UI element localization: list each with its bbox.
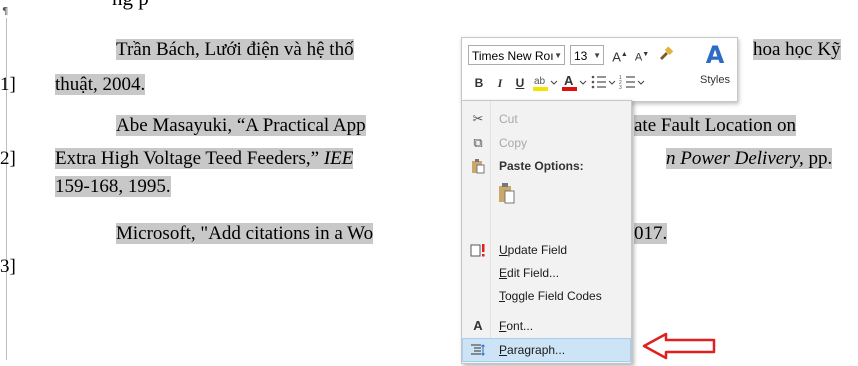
scissors-icon: ✂	[472, 111, 484, 126]
svg-text:A: A	[564, 73, 574, 88]
highlight-color-icon[interactable]: ab	[532, 72, 558, 97]
menu-item-update-field[interactable]: Update Field	[463, 239, 630, 261]
ref3-line1[interactable]: Microsoft, "Add citations in a Wo	[116, 221, 374, 247]
red-arrow-annotation	[642, 332, 716, 360]
ref1-line1-end[interactable]: hoa học Kỹ	[753, 37, 841, 63]
paragraph-mark: ¶	[2, 6, 9, 17]
clipboard-icon	[469, 158, 487, 174]
styles-button[interactable]: A Styles	[699, 40, 731, 96]
font-icon: A	[473, 318, 483, 333]
chevron-down-icon[interactable]: ▼	[554, 46, 562, 64]
format-painter-icon[interactable]	[656, 45, 676, 68]
update-field-icon	[469, 242, 487, 258]
bold-button[interactable]: B	[472, 74, 486, 92]
numbering-icon[interactable]: 123	[619, 72, 645, 97]
ref1-text-c: thuật, 2004.	[55, 74, 146, 95]
font-size-box[interactable]: 13 ▼	[570, 45, 604, 65]
heading-fragment: ng p	[112, 0, 149, 10]
chevron-down-icon[interactable]: ▼	[593, 46, 601, 66]
ref3-number: 3]	[0, 256, 16, 277]
ref2-line1-end[interactable]: ate Fault Location on	[634, 113, 796, 139]
ref3-text-a: Microsoft, "Add citations in a Wo	[116, 223, 374, 244]
copy-icon: ⧉	[473, 135, 483, 150]
context-menu: ✂ Cut ⧉ Copy Paste Options: Update Field…	[461, 100, 632, 364]
menu-item-copy[interactable]: ⧉ Copy	[463, 132, 630, 154]
ref2-text-d: IEE	[323, 148, 354, 169]
styles-label: Styles	[700, 74, 730, 86]
menu-item-font[interactable]: A Font...	[463, 315, 630, 337]
ref2-text-c: Extra High Voltage Teed Feeders,”	[55, 148, 324, 169]
bullets-icon[interactable]	[590, 72, 616, 97]
underline-button[interactable]: U	[513, 74, 527, 92]
paste-icon	[497, 182, 517, 204]
ref2-text-b: ate Fault Location on	[634, 115, 796, 136]
paragraph-icon	[469, 342, 487, 358]
ref3-line1-end[interactable]: 017.	[634, 221, 668, 247]
margin-rule	[6, 18, 7, 360]
paste-keep-text-only-button[interactable]	[463, 178, 630, 208]
ref2-number: 2]	[0, 148, 16, 169]
font-color-icon[interactable]: A	[561, 72, 587, 97]
shrink-font-icon[interactable]: A▼	[634, 46, 650, 67]
ref2-line1[interactable]: Abe Masayuki, “A Practical App	[116, 113, 366, 139]
svg-text:ab: ab	[534, 76, 546, 87]
ref2-line2[interactable]: Extra High Voltage Teed Feeders,” IEE	[55, 146, 354, 172]
styles-icon: A	[705, 41, 725, 69]
italic-button[interactable]: I	[493, 74, 507, 92]
ref1-text-a: Trần Bách, Lưới điện và hệ thố	[116, 39, 354, 60]
ref1-line1[interactable]: Trần Bách, Lưới điện và hệ thố	[116, 37, 354, 63]
menu-item-edit-field[interactable]: Edit Field...	[463, 262, 630, 284]
menu-item-cut[interactable]: ✂ Cut	[463, 108, 630, 130]
font-name-box[interactable]: Times New Roı ▼	[468, 45, 565, 65]
menu-item-toggle-field-codes[interactable]: Toggle Field Codes	[463, 285, 630, 307]
grow-font-icon[interactable]: A▲	[612, 46, 628, 66]
menu-item-paste-options: Paste Options:	[463, 155, 630, 177]
menu-item-paragraph[interactable]: Paragraph...	[462, 338, 631, 362]
mini-toolbar: Times New Roı ▼ 13 ▼ A▲ A▼ B I U ab A 12…	[461, 37, 738, 102]
ref2-line3[interactable]: 159-168, 1995.	[55, 174, 171, 200]
ref1-line2[interactable]: thuật, 2004.	[55, 72, 146, 98]
svg-text:3: 3	[619, 85, 622, 91]
ref2-text-a: Abe Masayuki, “A Practical App	[116, 115, 366, 136]
ref2-text-e: n Power Delivery,	[666, 148, 804, 169]
ref2-line2-end[interactable]: n Power Delivery, pp.	[666, 146, 833, 172]
font-name-value: Times New Roı	[472, 49, 554, 63]
ref2-text-f: pp.	[803, 148, 833, 169]
ref1-text-b: hoa học Kỹ	[753, 39, 841, 60]
font-size-value: 13	[574, 49, 588, 63]
ref3-text-b: 017.	[634, 223, 668, 244]
ref2-text-g: 159-168, 1995.	[55, 176, 171, 197]
ref1-number: 1]	[0, 74, 16, 95]
